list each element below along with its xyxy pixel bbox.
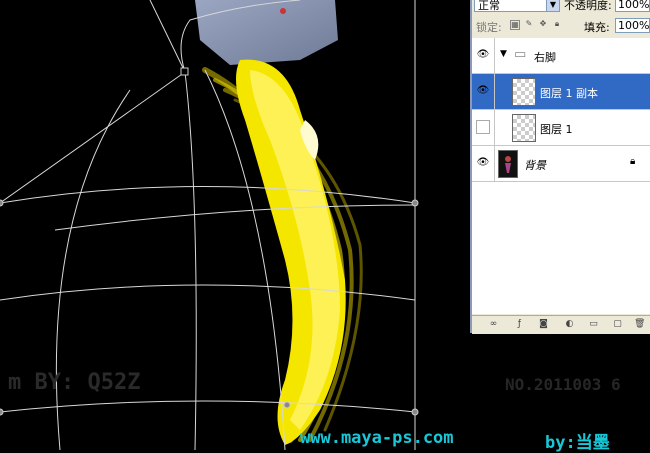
lock-transparency-icon[interactable]: ▦ (510, 20, 520, 30)
fill-label: 填充: (584, 21, 610, 34)
opacity-label: 不透明度: (564, 0, 612, 12)
blend-row: 正常 ▼ 不透明度: 100% (472, 0, 650, 16)
watermark-right: NO.2011003 6 (505, 375, 621, 394)
adjustment-icon[interactable]: ◐ (564, 319, 575, 330)
folder-icon: ▭ (514, 47, 527, 62)
mask-icon[interactable]: ◙ (538, 319, 549, 330)
footer-url: www.maya-ps.com (300, 428, 454, 448)
opacity-field[interactable]: 100% (615, 0, 650, 12)
lock-move-icon[interactable]: ✥ (538, 20, 548, 30)
footer-author: by:当墨 (545, 433, 610, 453)
layer-thumbnail (498, 150, 518, 178)
divider (494, 74, 495, 110)
chevron-down-icon[interactable]: ▼ (546, 0, 560, 12)
layers-list: 👁︎ ▼ ▭ 右脚 👁︎ 图层 1 副本 图层 1 👁︎ 背景 🔒︎ (472, 38, 650, 314)
fx-icon[interactable]: ƒ (514, 319, 525, 330)
layer-row-group[interactable]: 👁︎ ▼ ▭ 右脚 (472, 38, 650, 74)
divider (494, 38, 495, 74)
new-group-icon[interactable]: ▭ (588, 319, 599, 330)
layer-thumbnail (512, 114, 536, 142)
layer-name: 背景 (524, 159, 546, 172)
layer-name: 右脚 (534, 51, 556, 64)
layer-row-layer1[interactable]: 图层 1 (472, 110, 650, 146)
divider (494, 110, 495, 146)
lock-paint-icon[interactable]: ✎ (524, 20, 534, 30)
layers-panel: 正常 ▼ 不透明度: 100% 锁定: ▦ ✎ ✥ 🔒︎ 填充: 100% 👁︎… (470, 0, 650, 334)
link-icon[interactable]: ∞ (488, 319, 499, 330)
divider (494, 146, 495, 182)
layer-row-background[interactable]: 👁︎ 背景 🔒︎ (472, 146, 650, 182)
expand-triangle-icon[interactable]: ▼ (500, 49, 507, 59)
fill-field[interactable]: 100% (615, 18, 650, 33)
trash-icon[interactable]: 🗑︎ (634, 319, 645, 330)
new-layer-icon[interactable]: ▢ (612, 319, 623, 330)
watermark-left: m BY: Q52Z (8, 370, 141, 395)
eye-icon[interactable]: 👁︎ (476, 48, 490, 62)
layer-name: 图层 1 (540, 123, 573, 136)
lock-all-icon[interactable]: 🔒︎ (552, 20, 562, 30)
eye-hidden-icon[interactable] (476, 120, 490, 134)
layer-name: 图层 1 副本 (540, 87, 598, 100)
eye-icon[interactable]: 👁︎ (476, 84, 490, 98)
lock-icon: 🔒︎ (630, 156, 636, 167)
lock-label: 锁定: (476, 21, 502, 34)
anchor-point-red (280, 8, 286, 14)
lock-row: 锁定: ▦ ✎ ✥ 🔒︎ 填充: 100% (472, 17, 650, 37)
layer-row-copy[interactable]: 👁︎ 图层 1 副本 (472, 74, 650, 110)
layer-thumbnail (512, 78, 536, 106)
eye-icon[interactable]: 👁︎ (476, 156, 490, 170)
layers-toolbar: ∞ ƒ ◙ ◐ ▭ ▢ 🗑︎ (472, 315, 650, 334)
